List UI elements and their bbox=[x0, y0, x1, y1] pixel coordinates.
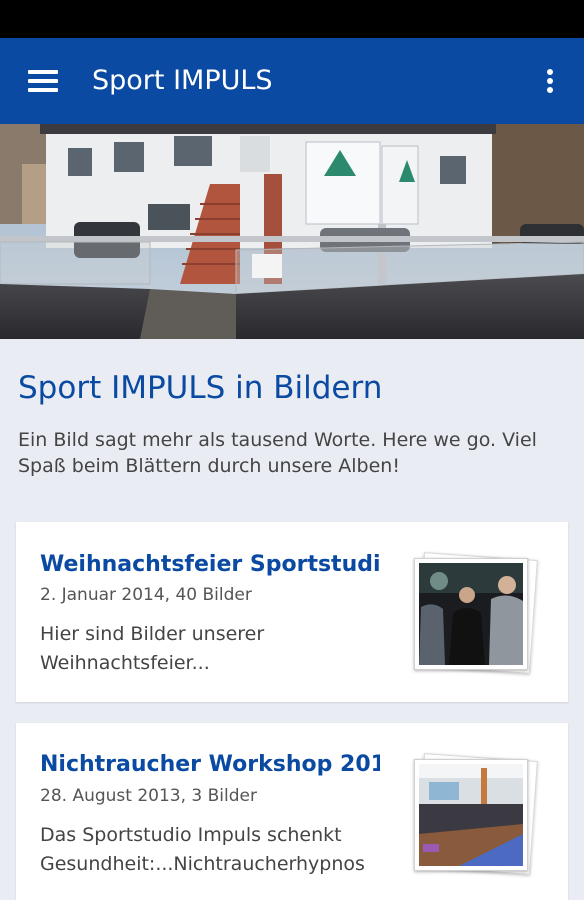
album-title: Weihnachtsfeier Sportstudio I bbox=[40, 552, 380, 577]
section-title: Sport IMPULS in Bildern bbox=[18, 370, 383, 406]
more-vert-icon[interactable] bbox=[536, 64, 564, 98]
status-bar bbox=[0, 0, 584, 38]
app-title: Sport IMPULS bbox=[92, 65, 273, 96]
album-card[interactable]: Nichtraucher Workshop 2013 28. August 20… bbox=[16, 723, 568, 900]
hamburger-menu-icon[interactable] bbox=[22, 64, 64, 98]
album-thumbnail bbox=[414, 753, 538, 875]
album-meta: 28. August 2013, 3 Bilder bbox=[40, 786, 257, 806]
section-intro: Ein Bild sagt mehr als tausend Worte. He… bbox=[18, 429, 537, 477]
album-description: Hier sind Bilder unserer Weihnachtsfeier… bbox=[40, 623, 265, 674]
hero-image bbox=[0, 124, 584, 339]
album-thumbnail bbox=[414, 552, 538, 674]
album-meta: 2. Januar 2014, 40 Bilder bbox=[40, 585, 252, 605]
app-bar: Sport IMPULS bbox=[0, 38, 584, 124]
album-description: Das Sportstudio Impuls schenkt Gesundhei… bbox=[40, 824, 365, 875]
album-title: Nichtraucher Workshop 2013 bbox=[40, 752, 380, 777]
album-card[interactable]: Weihnachtsfeier Sportstudio I 2. Januar … bbox=[16, 522, 568, 702]
